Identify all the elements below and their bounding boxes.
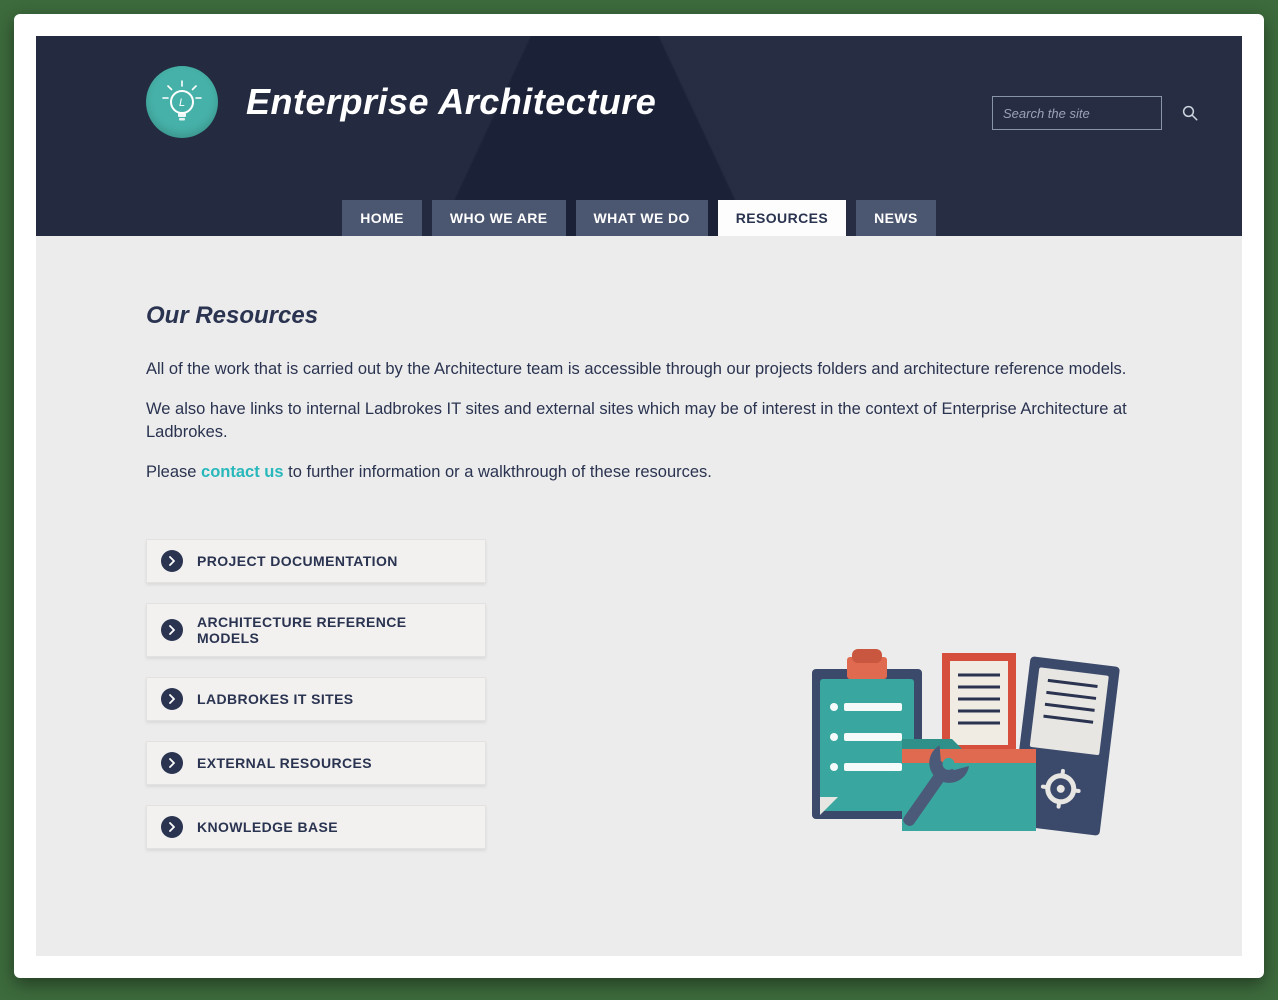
search-box[interactable] [992,96,1162,130]
chevron-right-icon [161,688,183,710]
chevron-right-icon [161,619,183,641]
page: L Enterprise Architecture HOME [36,36,1242,956]
nav-who-we-are[interactable]: WHO WE ARE [432,200,566,236]
illustration-column [526,539,1132,849]
resource-link-knowledge-base[interactable]: KNOWLEDGE BASE [146,805,486,849]
resource-link-label: PROJECT DOCUMENTATION [197,553,398,569]
resource-link-architecture-reference-models[interactable]: ARCHITECTURE REFERENCE MODELS [146,603,486,657]
nav-resources[interactable]: RESOURCES [718,200,846,236]
nav-label: NEWS [874,210,918,226]
search-input[interactable] [1003,106,1181,121]
intro-paragraph-2: We also have links to internal Ladbrokes… [146,398,1132,443]
chevron-right-icon [161,550,183,572]
contact-us-link[interactable]: contact us [201,463,284,481]
primary-nav: HOME WHO WE ARE WHAT WE DO RESOURCES NEW… [36,200,1242,236]
nav-label: WHO WE ARE [450,210,548,226]
nav-news[interactable]: NEWS [856,200,936,236]
resource-link-label: EXTERNAL RESOURCES [197,755,372,771]
nav-label: RESOURCES [736,210,828,226]
browser-frame: L Enterprise Architecture HOME [14,14,1264,978]
resource-links-column: PROJECT DOCUMENTATION ARCHITECTURE REFER… [146,539,486,849]
lightbulb-logo-icon: L [146,66,218,138]
resource-link-label: ARCHITECTURE REFERENCE MODELS [197,614,471,646]
resources-illustration-icon [802,629,1122,849]
chevron-right-icon [161,816,183,838]
search-icon [1181,104,1199,122]
resource-link-ladbrokes-it-sites[interactable]: LADBROKES IT SITES [146,677,486,721]
nav-label: HOME [360,210,404,226]
intro-paragraph-1: All of the work that is carried out by t… [146,358,1132,380]
nav-label: WHAT WE DO [594,210,690,226]
main-content: Our Resources All of the work that is ca… [36,236,1242,889]
site-header: L Enterprise Architecture HOME [36,36,1242,236]
chevron-right-icon [161,752,183,774]
para3-suffix: to further information or a walkthrough … [284,463,712,481]
svg-text:L: L [179,97,185,109]
resource-link-label: LADBROKES IT SITES [197,691,354,707]
nav-home[interactable]: HOME [342,200,422,236]
site-title: Enterprise Architecture [246,81,656,123]
page-heading: Our Resources [146,302,1132,330]
intro-paragraph-3: Please contact us to further information… [146,461,1132,483]
resource-link-project-documentation[interactable]: PROJECT DOCUMENTATION [146,539,486,583]
resource-link-label: KNOWLEDGE BASE [197,819,338,835]
lower-section: PROJECT DOCUMENTATION ARCHITECTURE REFER… [146,539,1132,849]
nav-what-we-do[interactable]: WHAT WE DO [576,200,708,236]
resource-link-external-resources[interactable]: EXTERNAL RESOURCES [146,741,486,785]
para3-prefix: Please [146,463,201,481]
logo-title-group: L Enterprise Architecture [146,66,656,138]
